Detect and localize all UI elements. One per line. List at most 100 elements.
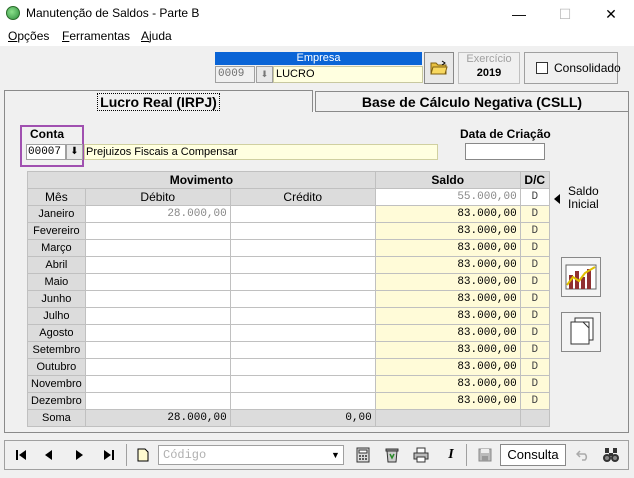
minimize-button[interactable]: —: [496, 0, 542, 28]
table-row[interactable]: Novembro 83.000,00 D: [27, 375, 550, 393]
mes-header: Mês: [27, 188, 86, 206]
saldo-cell: 83.000,00: [374, 392, 521, 410]
debito-cell[interactable]: [84, 273, 231, 291]
consolidado-label: Consolidado: [554, 61, 621, 75]
saldo-cell: 83.000,00: [374, 341, 521, 359]
saldo-cell: 83.000,00: [374, 205, 521, 223]
credito-cell[interactable]: [229, 375, 376, 393]
table-row[interactable]: Março 83.000,00 D: [27, 239, 550, 257]
prev-record-button[interactable]: [38, 444, 60, 466]
consolidado-checkbox[interactable]: [536, 62, 548, 74]
credito-cell[interactable]: [229, 205, 376, 223]
calculator-button[interactable]: [352, 444, 374, 466]
maximize-button[interactable]: ☐: [542, 0, 588, 28]
search-button[interactable]: [600, 444, 622, 466]
saldo-inicial-value[interactable]: 55.000,00: [374, 188, 521, 206]
credito-cell[interactable]: [229, 392, 376, 410]
credito-cell[interactable]: [229, 307, 376, 325]
credito-cell[interactable]: [229, 341, 376, 359]
open-folder-button[interactable]: [424, 52, 454, 84]
table-row[interactable]: Agosto 83.000,00 D: [27, 324, 550, 342]
save-button[interactable]: [474, 444, 496, 466]
calculator-icon: [356, 447, 370, 463]
pages-icon: [570, 317, 594, 345]
delete-button[interactable]: [381, 444, 403, 466]
soma-saldo-empty: [374, 409, 521, 427]
debito-cell[interactable]: [84, 222, 231, 240]
debito-cell[interactable]: [84, 341, 231, 359]
credito-cell[interactable]: [229, 273, 376, 291]
tab-base-calculo[interactable]: Base de Cálculo Negativa (CSLL): [315, 91, 629, 112]
table-row[interactable]: Fevereiro 83.000,00 D: [27, 222, 550, 240]
saldo-cell: 83.000,00: [374, 256, 521, 274]
toolbar-separator: [466, 444, 467, 466]
italic-button[interactable]: I: [440, 444, 462, 466]
table-row[interactable]: Outubro 83.000,00 D: [27, 358, 550, 376]
debito-cell[interactable]: [84, 256, 231, 274]
new-record-button[interactable]: [132, 444, 154, 466]
credito-cell[interactable]: [229, 290, 376, 308]
menu-ajuda[interactable]: Ajuda: [141, 29, 172, 43]
pages-button[interactable]: [561, 312, 601, 352]
printer-icon: [413, 447, 429, 463]
debito-cell[interactable]: [84, 307, 231, 325]
debito-cell[interactable]: [84, 239, 231, 257]
menu-opcoes[interactable]: Opções: [8, 29, 49, 43]
dc-cell: D: [519, 205, 550, 223]
soma-credito: 0,00: [229, 409, 376, 427]
data-criacao-field[interactable]: [465, 143, 545, 160]
month-cell: Julho: [27, 307, 86, 325]
dc-cell: D: [519, 324, 550, 342]
credito-cell[interactable]: [229, 358, 376, 376]
month-cell: Março: [27, 239, 86, 257]
print-button[interactable]: [410, 444, 432, 466]
month-cell: Outubro: [27, 358, 86, 376]
conta-code-field[interactable]: 00007: [26, 144, 66, 160]
debito-cell[interactable]: 28.000,00: [84, 205, 231, 223]
codigo-combobox[interactable]: Código: [158, 445, 344, 465]
first-icon: [16, 450, 26, 460]
debito-cell[interactable]: [84, 358, 231, 376]
close-button[interactable]: ✕: [588, 0, 634, 28]
empresa-lookup-button[interactable]: ⬇: [256, 66, 273, 83]
debito-cell[interactable]: [84, 290, 231, 308]
table-row[interactable]: Julho 83.000,00 D: [27, 307, 550, 325]
mode-consulta-field: Consulta: [500, 444, 566, 466]
prev-icon: [45, 450, 52, 460]
dc-cell: D: [519, 341, 550, 359]
empresa-name-field: LUCRO: [273, 66, 423, 83]
arrow-down-icon: ⬇: [260, 69, 269, 79]
folder-open-icon: [430, 60, 448, 75]
table-row[interactable]: Setembro 83.000,00 D: [27, 341, 550, 359]
conta-lookup-button[interactable]: ⬇: [66, 144, 83, 160]
credito-cell[interactable]: [229, 256, 376, 274]
menu-ferramentas[interactable]: Ferramentas: [62, 29, 130, 43]
chart-button[interactable]: [561, 257, 601, 297]
debito-cell[interactable]: [84, 392, 231, 410]
table-row[interactable]: Maio 83.000,00 D: [27, 273, 550, 291]
undo-button[interactable]: [572, 444, 594, 466]
debito-cell[interactable]: [84, 375, 231, 393]
dc-cell: D: [519, 290, 550, 308]
dc-cell: D: [519, 239, 550, 257]
debito-cell[interactable]: [84, 324, 231, 342]
next-record-button[interactable]: [68, 444, 90, 466]
table-row[interactable]: Junho 83.000,00 D: [27, 290, 550, 308]
codigo-dropdown-button[interactable]: ▼: [328, 446, 343, 464]
first-record-button[interactable]: [10, 444, 32, 466]
credito-cell[interactable]: [229, 324, 376, 342]
credito-cell[interactable]: [229, 239, 376, 257]
empresa-code-field[interactable]: 0009: [215, 66, 255, 83]
exercicio-value: 2019: [476, 67, 502, 79]
tab-lucro-real[interactable]: Lucro Real (IRPJ): [4, 90, 313, 112]
credito-cell[interactable]: [229, 222, 376, 240]
table-row[interactable]: Janeiro 28.000,00 83.000,00 D: [27, 205, 550, 223]
dc-inicial-value[interactable]: D: [519, 188, 550, 206]
table-row[interactable]: Dezembro 83.000,00 D: [27, 392, 550, 410]
last-record-button[interactable]: [98, 444, 120, 466]
month-cell: Agosto: [27, 324, 86, 342]
new-doc-icon: [137, 448, 149, 462]
saldo-cell: 83.000,00: [374, 307, 521, 325]
table-row[interactable]: Abril 83.000,00 D: [27, 256, 550, 274]
window-title: Manutenção de Saldos - Parte B: [26, 6, 200, 20]
